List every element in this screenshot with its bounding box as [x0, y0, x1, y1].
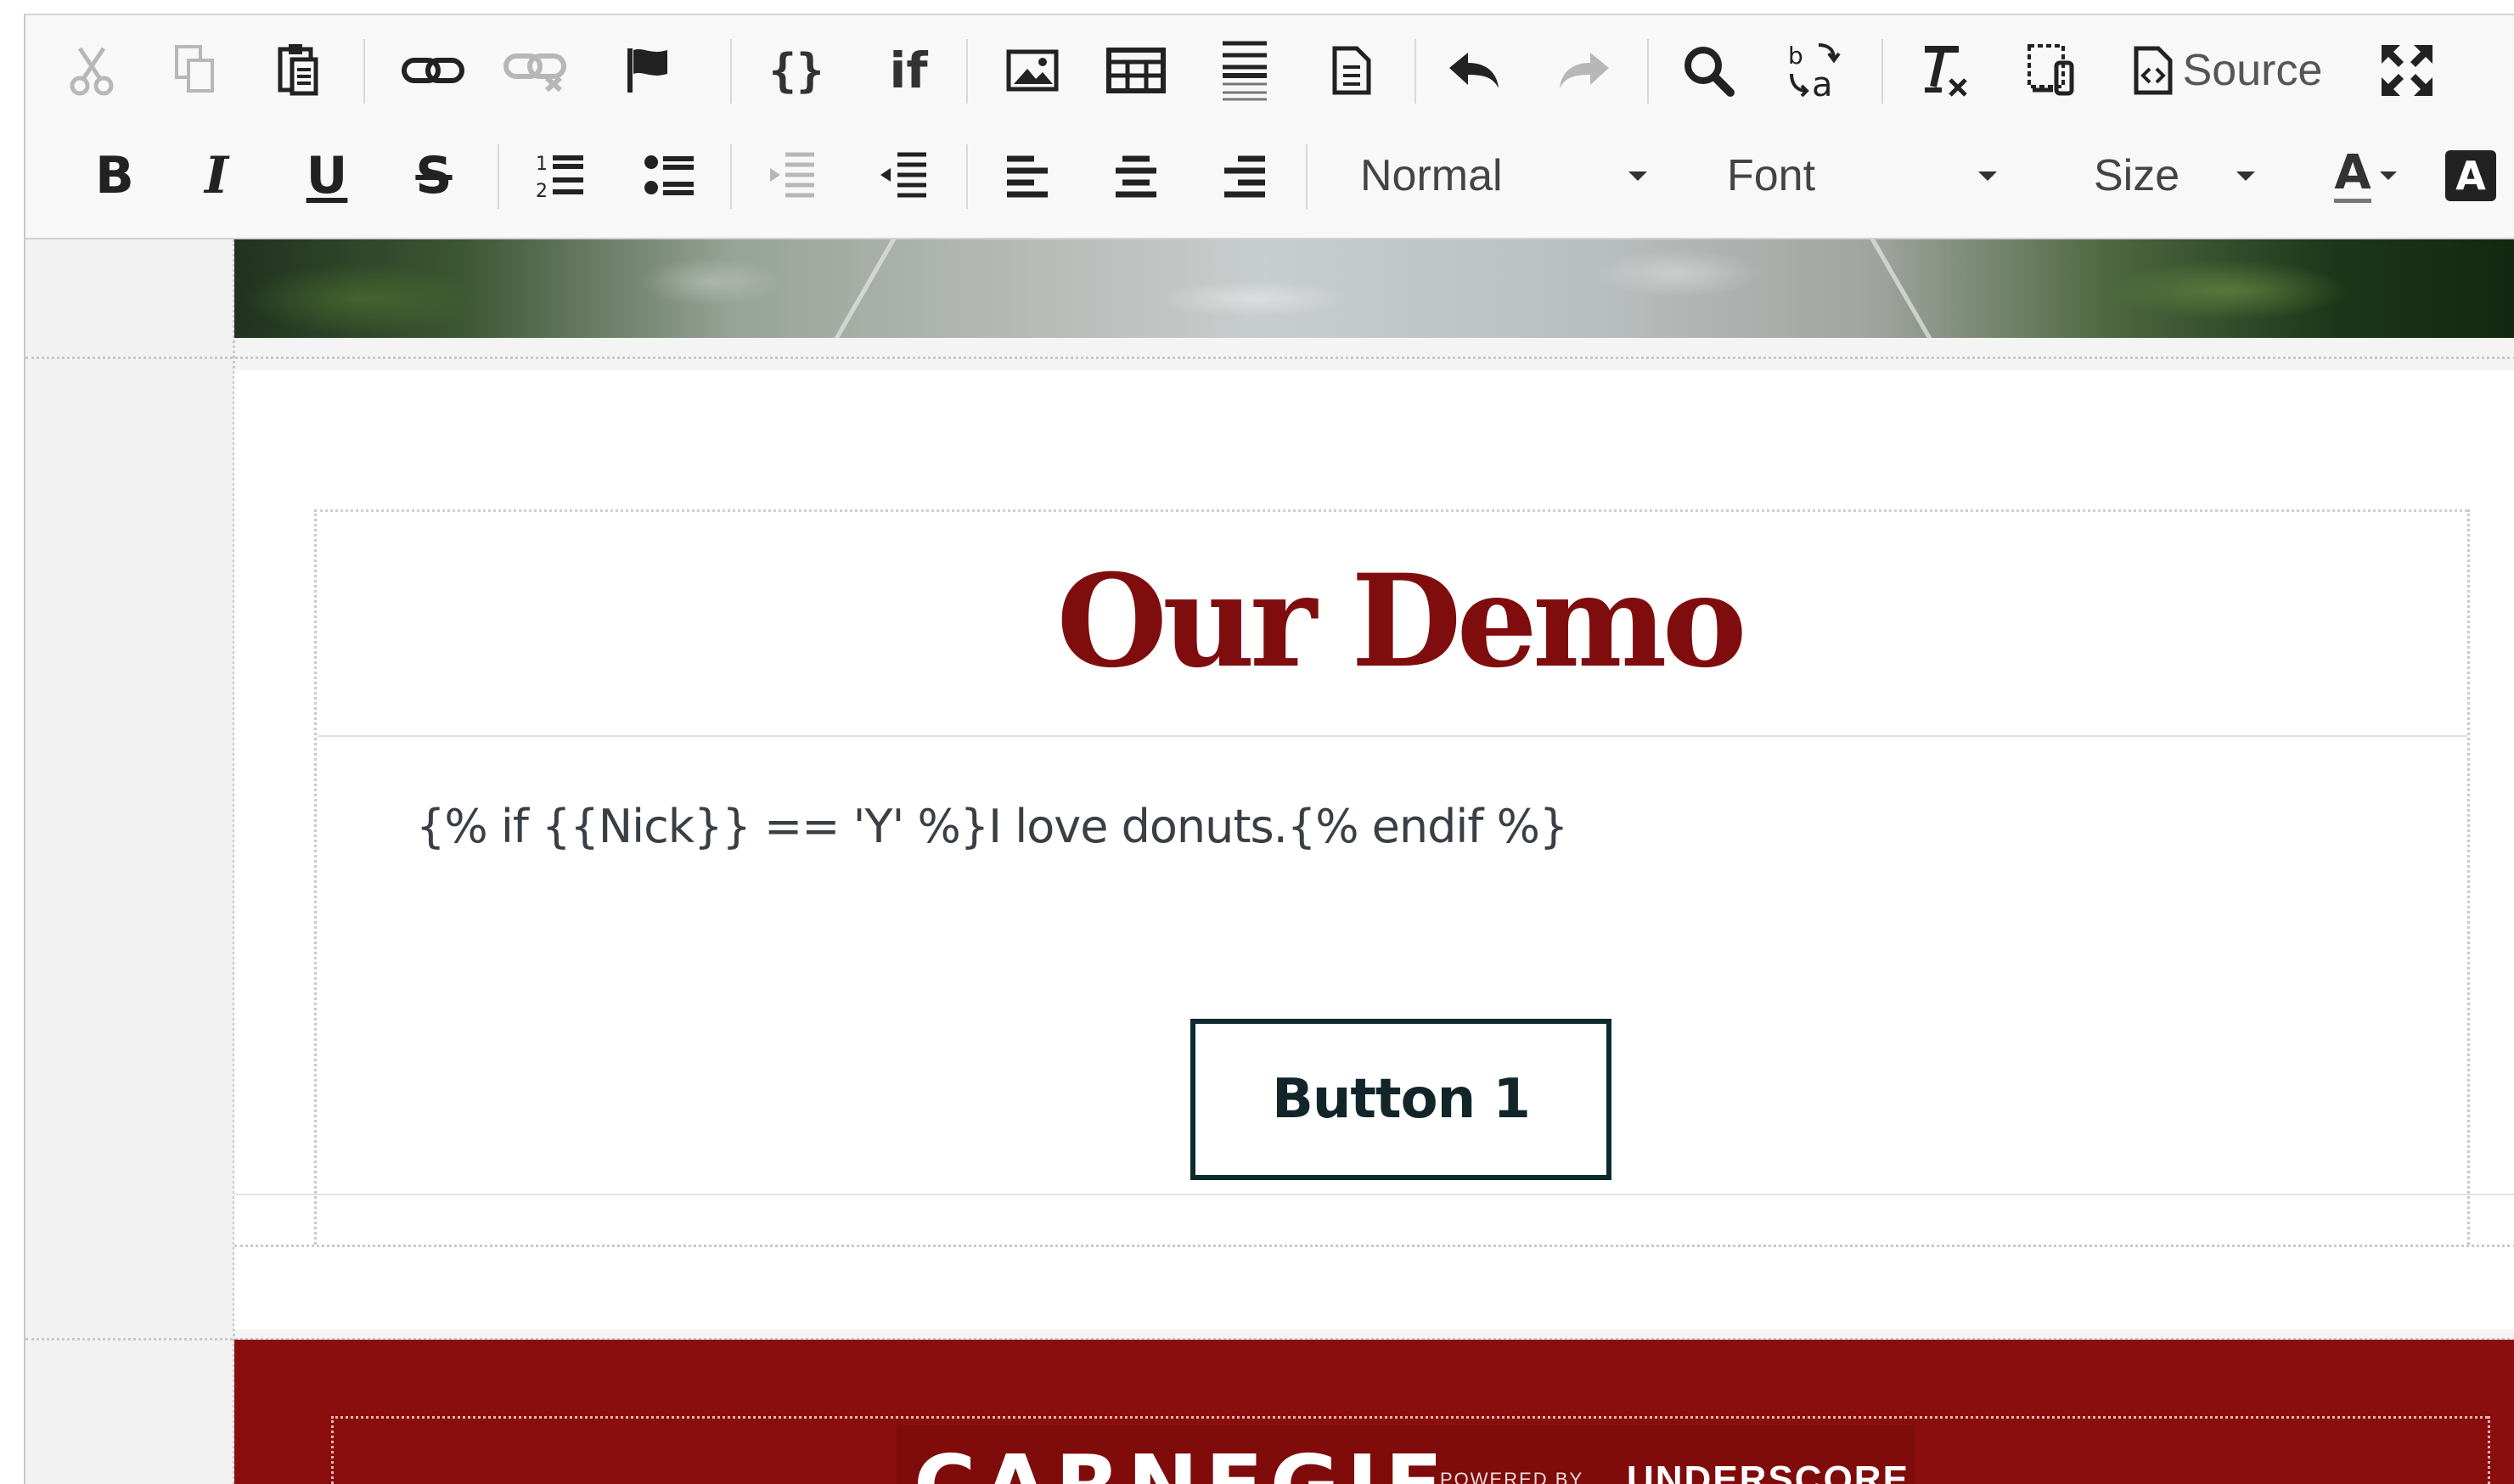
left-gutter	[25, 239, 234, 1484]
toolbar-separator	[498, 144, 499, 209]
undo-icon[interactable]	[1440, 32, 1508, 109]
primary-button[interactable]: Button 1	[1190, 1019, 1611, 1180]
toolbar-separator	[1881, 39, 1883, 104]
paste-icon[interactable]	[273, 32, 324, 109]
increase-indent-icon[interactable]	[869, 138, 937, 214]
footer-logo: CARNEGIE POWERED BY UNDERSCORE	[897, 1425, 1915, 1484]
svg-text:b: b	[1788, 42, 1803, 70]
source-button[interactable]: Source	[2180, 32, 2325, 109]
bulleted-list-icon[interactable]	[635, 138, 703, 214]
svg-text:1: 1	[536, 154, 548, 175]
chevron-down-icon	[1978, 171, 1997, 181]
size-select-value: Size	[2094, 151, 2180, 200]
svg-text:a: a	[1812, 65, 1833, 101]
hero-image-texture	[234, 239, 2514, 338]
editor-content-area[interactable]: Our Demo {% if {{Nick}} == 'Y' %}I love …	[25, 239, 2514, 1484]
toolbar-separator	[363, 39, 365, 104]
replace-icon[interactable]: ba	[1781, 32, 1849, 109]
link-icon[interactable]	[399, 32, 467, 109]
font-select[interactable]: Font	[1703, 138, 2026, 214]
toolbar-separator	[730, 39, 732, 104]
chevron-down-icon	[2379, 171, 2397, 180]
toolbar-separator	[966, 144, 968, 209]
headline-module[interactable]: Our Demo	[331, 508, 2467, 735]
footer-border	[331, 1416, 334, 1484]
cut-icon[interactable]	[66, 32, 117, 109]
source-icon[interactable]	[2128, 32, 2179, 109]
footer-border	[2488, 1416, 2490, 1484]
toolbar-row-2: B I U S 12 Normal Font Size A A	[25, 126, 2514, 226]
toolbar-separator	[966, 39, 968, 104]
remove-format-icon[interactable]	[1909, 32, 1977, 109]
conditional-if-button[interactable]: if	[875, 32, 942, 109]
format-select[interactable]: Normal	[1336, 138, 1676, 214]
align-right-icon[interactable]	[1211, 138, 1279, 214]
footer-section: CARNEGIE POWERED BY UNDERSCORE	[234, 1340, 2514, 1484]
copy-icon[interactable]	[170, 32, 221, 109]
horizontal-line-icon[interactable]	[1211, 32, 1279, 109]
background-color-button[interactable]: A	[2437, 138, 2505, 214]
unlink-icon[interactable]	[501, 32, 569, 109]
editor-toolbar: {} if b a Source B I U S 1 2 Normal Font…	[25, 15, 2514, 239]
section-divider	[234, 1194, 2514, 1195]
section-divider	[234, 1245, 2514, 1247]
italic-button[interactable]: I	[187, 138, 246, 214]
align-left-icon[interactable]	[993, 138, 1061, 214]
chevron-down-icon	[1628, 171, 1647, 181]
toolbar-row-1: {} if b a Source	[25, 20, 2514, 121]
text-color-button[interactable]: A	[2314, 138, 2416, 214]
placeholder-braces-button[interactable]: {}	[754, 32, 839, 109]
templates-icon[interactable]	[1318, 32, 1386, 109]
format-select-value: Normal	[1360, 151, 1503, 200]
module-border	[314, 509, 317, 1245]
anchor-flag-icon[interactable]	[615, 32, 683, 109]
maximize-icon[interactable]	[2369, 32, 2445, 109]
bold-button[interactable]: B	[85, 138, 144, 214]
decrease-indent-icon[interactable]	[757, 138, 825, 214]
image-icon[interactable]	[998, 32, 1066, 109]
module-divider	[318, 735, 2467, 737]
footer-powered-by: POWERED BY	[1440, 1469, 1584, 1484]
footer-logo-text: CARNEGIE	[914, 1436, 1449, 1484]
redo-icon[interactable]	[1550, 32, 1618, 109]
toolbar-separator	[1647, 39, 1649, 104]
module-border	[2467, 509, 2470, 1245]
strikethrough-button[interactable]: S	[404, 138, 464, 214]
rich-text-editor: {} if b a Source B I U S 1 2 Normal Font…	[24, 14, 2514, 1484]
underline-button[interactable]: U	[297, 138, 357, 214]
font-select-value: Font	[1727, 151, 1816, 200]
page-title: Our Demo	[1056, 547, 1746, 696]
footer-border	[331, 1416, 2488, 1419]
find-icon[interactable]	[1674, 32, 1742, 109]
toolbar-separator	[1414, 39, 1416, 104]
svg-text:2: 2	[536, 181, 548, 202]
table-icon[interactable]	[1102, 32, 1170, 109]
size-select[interactable]: Size	[2070, 138, 2282, 214]
text-color-label: A	[2334, 149, 2371, 203]
hero-image	[234, 239, 2514, 338]
numbered-list-icon[interactable]: 12	[526, 138, 594, 214]
show-blocks-icon[interactable]	[2017, 32, 2085, 109]
toolbar-separator	[730, 144, 732, 209]
chevron-down-icon	[2236, 171, 2255, 181]
body-text[interactable]: {% if {{Nick}} == 'Y' %}I love donuts.{%…	[416, 800, 1568, 853]
background-color-label: A	[2445, 150, 2496, 201]
footer-underscore: UNDERSCORE	[1627, 1459, 1909, 1484]
toolbar-separator	[1306, 144, 1308, 209]
align-center-icon[interactable]	[1102, 138, 1170, 214]
section-divider	[25, 357, 2514, 359]
